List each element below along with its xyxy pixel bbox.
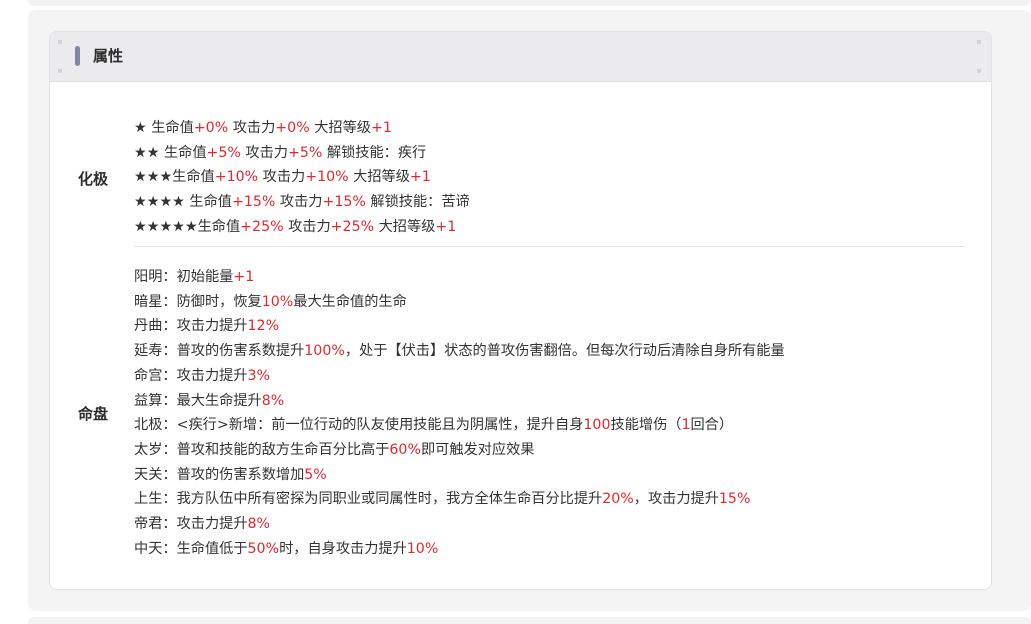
line-text: 大招等级 bbox=[309, 120, 371, 136]
astrolabe-section: 命盘 阳明：初始能量+1 暗星：防御时，恢复10%最大生命值的生命 丹曲：攻击力提升… bbox=[50, 265, 991, 565]
corner-dot-icon bbox=[58, 40, 62, 44]
astrolabe-line: 益算：最大生命提升8% bbox=[134, 389, 974, 414]
astrolabe-label: 命盘 bbox=[78, 405, 109, 423]
line-text: 帝君：攻击力提升 bbox=[134, 516, 248, 533]
ascension-line: ★★★生命值+10% 攻击力+10% 大招等级+1 bbox=[134, 165, 974, 190]
section-divider bbox=[134, 246, 964, 247]
highlight-value: 12% bbox=[247, 318, 280, 335]
line-text: 攻击力 bbox=[228, 120, 276, 136]
highlight-value: 100 bbox=[583, 417, 611, 434]
highlight-value: +15% bbox=[231, 194, 276, 211]
highlight-value: +1 bbox=[370, 120, 392, 136]
ascension-lines: ★ 生命值+0% 攻击力+0% 大招等级+1 ★★ 生命值+5% 攻击力+5% 解… bbox=[134, 116, 974, 240]
line-text: ★★★★ 生命值 bbox=[134, 194, 232, 211]
highlight-value: 50% bbox=[247, 540, 280, 557]
line-text: 回合） bbox=[690, 417, 734, 434]
line-text: 攻击力 bbox=[275, 194, 323, 211]
line-text: 时，自身攻击力提升 bbox=[279, 540, 407, 557]
panel-header: 属性 bbox=[50, 32, 991, 82]
line-text: 中天：生命值低于 bbox=[134, 540, 248, 557]
panel-title: 属性 bbox=[93, 47, 124, 65]
highlight-value: 15% bbox=[718, 491, 751, 508]
ascension-line: ★ 生命值+0% 攻击力+0% 大招等级+1 bbox=[134, 116, 974, 141]
line-text: 攻击力 bbox=[283, 218, 331, 235]
highlight-value: +25% bbox=[330, 218, 375, 235]
astrolabe-line: 阳明：初始能量+1 bbox=[134, 265, 974, 290]
line-text: 太岁：普攻和技能的敌方生命百分比高于 bbox=[134, 441, 390, 458]
highlight-value: +25% bbox=[240, 218, 284, 235]
highlight-value: 20% bbox=[602, 491, 634, 508]
astrolabe-line: 帝君：攻击力提升8% bbox=[134, 512, 974, 537]
highlight-value: 10% bbox=[261, 293, 294, 310]
ascension-line: ★★★★★生命值+25% 攻击力+25% 大招等级+1 bbox=[134, 215, 974, 240]
highlight-value: +5% bbox=[288, 144, 323, 161]
highlight-value: 8% bbox=[247, 516, 271, 533]
astrolabe-line: 丹曲：攻击力提升12% bbox=[134, 314, 974, 339]
astrolabe-lines: 阳明：初始能量+1 暗星：防御时，恢复10%最大生命值的生命 丹曲：攻击力提升12%… bbox=[134, 265, 974, 561]
highlight-value: +5% bbox=[206, 144, 241, 161]
astrolabe-line: 北极：<疾行>新增：前一位行动的队友使用技能且为阴属性，提升自身100技能增伤（… bbox=[134, 413, 974, 438]
astrolabe-line: 命宫：攻击力提升3% bbox=[134, 364, 974, 389]
astrolabe-line: 上生：我方队伍中所有密探为同职业或同属性时，我方全体生命百分比提升20%，攻击力… bbox=[134, 487, 974, 512]
line-text: ，处于【伏击】状态的普攻伤害翻倍。但每次行动后清除自身所有能量 bbox=[344, 343, 785, 360]
ascension-section: 化极 ★ 生命值+0% 攻击力+0% 大招等级+1 ★★ 生命值+5% 攻击力+5… bbox=[50, 116, 991, 238]
line-text: ★★ 生命值 bbox=[134, 144, 207, 161]
highlight-value: +1 bbox=[409, 169, 431, 186]
ascension-label: 化极 bbox=[78, 170, 109, 188]
highlight-value: +1 bbox=[435, 218, 457, 235]
corner-dot-icon bbox=[977, 69, 981, 73]
highlight-value: +15% bbox=[322, 194, 366, 211]
highlight-value: 3% bbox=[247, 367, 271, 384]
line-text: ★★★生命值 bbox=[134, 169, 215, 186]
highlight-value: +10% bbox=[305, 169, 349, 186]
line-text: 大招等级 bbox=[374, 218, 436, 235]
line-text: 解锁技能：疾行 bbox=[322, 144, 427, 161]
astrolabe-line: 太岁：普攻和技能的敌方生命百分比高于60%即可触发对应效果 bbox=[134, 438, 974, 463]
line-text: 命宫：攻击力提升 bbox=[134, 367, 248, 384]
corner-dot-icon bbox=[977, 40, 981, 44]
corner-dot-icon bbox=[58, 69, 62, 73]
line-text: 延寿：普攻的伤害系数提升 bbox=[134, 343, 305, 360]
line-text: 丹曲：攻击力提升 bbox=[134, 318, 248, 335]
line-text: ★ 生命值 bbox=[134, 120, 194, 136]
highlight-value: +10% bbox=[214, 169, 259, 186]
line-text: 解锁技能：苦谛 bbox=[365, 194, 470, 211]
line-text: 即可触发对应效果 bbox=[420, 441, 535, 458]
line-text: 攻击力 bbox=[258, 169, 306, 186]
highlight-value: 100% bbox=[304, 343, 345, 360]
line-text: 暗星：防御时，恢复 bbox=[134, 293, 262, 310]
ascension-line: ★★ 生命值+5% 攻击力+5% 解锁技能：疾行 bbox=[134, 141, 974, 166]
line-text: 益算：最大生命提升 bbox=[134, 392, 262, 409]
line-text: ★★★★★生命值 bbox=[134, 218, 241, 235]
line-text: 上生：我方队伍中所有密探为同职业或同属性时，我方全体生命百分比提升 bbox=[134, 491, 603, 508]
line-text: 阳明：初始能量 bbox=[134, 269, 234, 285]
astrolabe-line: 暗星：防御时，恢复10%最大生命值的生命 bbox=[134, 290, 974, 315]
highlight-value: 10% bbox=[406, 540, 439, 557]
next-section-edge bbox=[28, 617, 1031, 624]
highlight-value: +0% bbox=[275, 120, 310, 136]
line-text: 攻击力 bbox=[240, 144, 288, 161]
highlight-value: +1 bbox=[233, 269, 255, 285]
line-text: 北极：<疾行>新增：前一位行动的队友使用技能且为阴属性，提升自身 bbox=[134, 417, 584, 434]
highlight-value: 5% bbox=[304, 466, 327, 483]
attributes-panel: 属性 化极 ★ 生命值+0% 攻击力+0% 大招等级+1 ★★ 生命值+5% 攻击… bbox=[49, 31, 992, 590]
astrolabe-line: 中天：生命值低于50%时，自身攻击力提升10% bbox=[134, 537, 974, 562]
line-text: ，攻击力提升 bbox=[633, 491, 719, 508]
highlight-value: 60% bbox=[389, 441, 421, 458]
astrolabe-line: 天关：普攻的伤害系数增加5% bbox=[134, 463, 974, 488]
accent-bar-icon bbox=[75, 46, 80, 66]
ascension-line: ★★★★ 生命值+15% 攻击力+15% 解锁技能：苦谛 bbox=[134, 190, 974, 215]
line-text: 技能增伤（ bbox=[610, 417, 682, 434]
astrolabe-line: 延寿：普攻的伤害系数提升100%，处于【伏击】状态的普攻伤害翻倍。但每次行动后清… bbox=[134, 339, 974, 364]
line-text: 天关：普攻的伤害系数增加 bbox=[134, 466, 305, 483]
line-text: 大招等级 bbox=[348, 169, 410, 186]
line-text: 最大生命值的生命 bbox=[293, 293, 407, 310]
highlight-value: 8% bbox=[261, 392, 285, 409]
highlight-value: +0% bbox=[193, 120, 229, 136]
previous-section-edge bbox=[28, 0, 1031, 6]
